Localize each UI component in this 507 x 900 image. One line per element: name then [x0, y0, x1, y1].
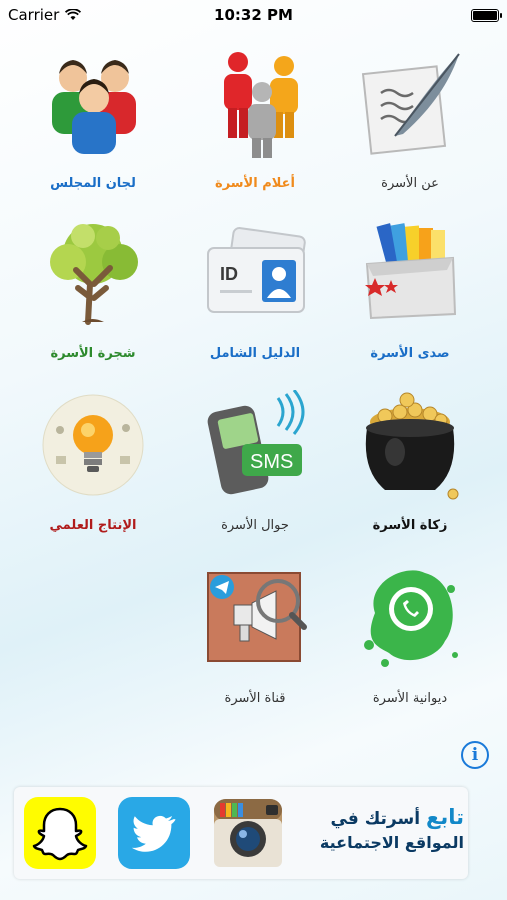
tile-label: أعلام الأسرة — [215, 176, 295, 191]
battery-icon — [471, 8, 502, 22]
tile-comprehensive-guide[interactable]: ID الدليل الشامل — [180, 218, 330, 378]
instagram-button[interactable] — [212, 797, 284, 869]
follow-accent: تابع — [425, 805, 464, 829]
tile-family-echo[interactable]: صدى الأسرة — [335, 218, 485, 378]
snapchat-icon — [32, 807, 88, 861]
follow-text: تابع أسرتك في المواقع الاجتماعية — [314, 805, 464, 852]
family-tree-icon — [38, 218, 148, 328]
follow-rest: أسرتك في — [330, 809, 421, 829]
folders-box-icon — [355, 218, 465, 328]
svg-text:ID: ID — [220, 264, 238, 284]
status-bar: Carrier 10:32 PM — [0, 0, 507, 30]
tile-label: جوال الأسرة — [221, 518, 289, 533]
wifi-icon — [65, 9, 82, 20]
twitter-button[interactable] — [118, 797, 190, 869]
gold-pot-icon — [355, 390, 465, 500]
people-figures-icon — [200, 48, 310, 158]
tile-scientific-output[interactable]: الإنتاج العلمي — [18, 390, 168, 550]
tile-label: صدى الأسرة — [370, 346, 450, 361]
tile-family-zakat[interactable]: زكاة الأسرة — [335, 390, 485, 550]
tile-family-diwaniya[interactable]: ديوانية الأسرة — [335, 563, 485, 723]
tile-family-channel[interactable]: قناة الأسرة — [180, 563, 330, 723]
status-left: Carrier — [8, 6, 82, 24]
tile-label: زكاة الأسرة — [372, 518, 448, 533]
carrier-label: Carrier — [8, 6, 60, 24]
svg-text:SMS: SMS — [250, 451, 293, 473]
social-follow-bar: تابع أسرتك في المواقع الاجتماعية — [14, 787, 468, 879]
tile-label: قناة الأسرة — [224, 691, 286, 706]
tile-label: شجرة الأسرة — [50, 346, 136, 361]
council-group-icon — [38, 48, 148, 158]
instagram-icon — [214, 799, 282, 867]
tile-family-notables[interactable]: أعلام الأسرة — [180, 48, 330, 208]
twitter-icon — [131, 815, 176, 852]
tile-family-mobile[interactable]: SMS جوال الأسرة — [180, 389, 330, 550]
tile-council-committees[interactable]: لجان المجلس — [18, 48, 168, 208]
tile-label: الدليل الشامل — [209, 346, 301, 361]
tile-family-tree[interactable]: شجرة الأسرة — [18, 218, 168, 378]
quill-paper-icon — [355, 48, 465, 158]
follow-line1: تابع أسرتك في — [314, 805, 464, 829]
tile-about-family[interactable]: عن الأسرة — [335, 48, 485, 208]
tile-label: لجان المجلس — [50, 176, 136, 191]
follow-line2: المواقع الاجتماعية — [319, 833, 464, 852]
id-card-icon: ID — [200, 218, 310, 328]
info-button[interactable]: i — [461, 741, 489, 769]
telegram-channel-icon — [200, 563, 310, 673]
snapchat-button[interactable] — [24, 797, 96, 869]
tile-label: ديوانية الأسرة — [372, 691, 448, 706]
tile-label: الإنتاج العلمي — [49, 518, 137, 533]
tile-label: عن الأسرة — [381, 176, 439, 191]
lightbulb-icon — [38, 390, 148, 500]
whatsapp-splash-icon — [355, 563, 465, 673]
sms-phone-icon: SMS — [200, 389, 310, 500]
